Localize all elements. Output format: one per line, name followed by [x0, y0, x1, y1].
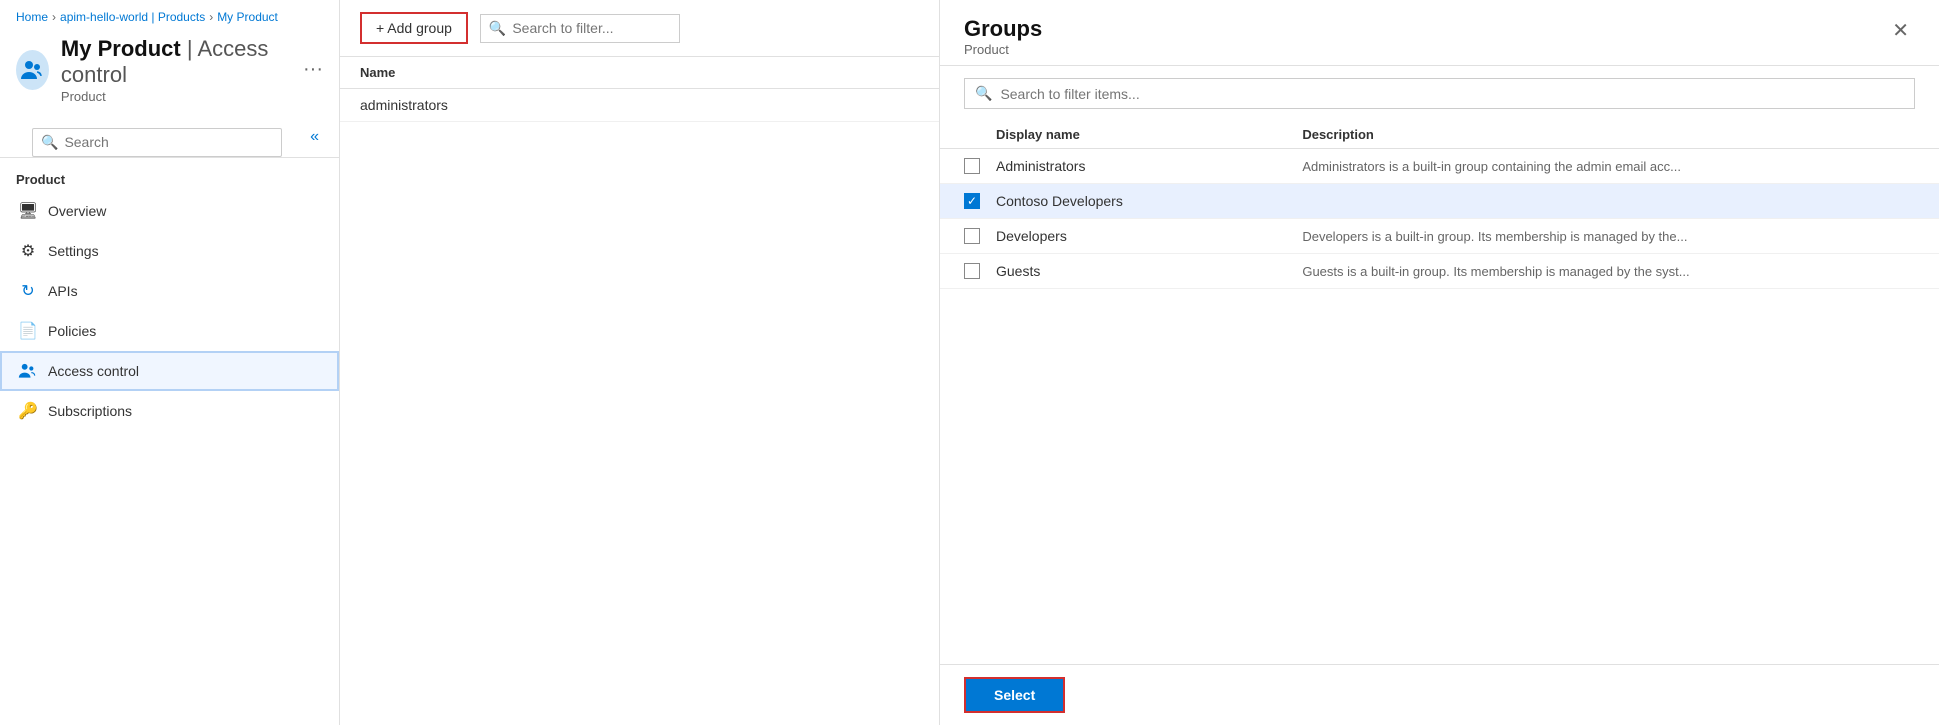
page-title: My Product | Access control — [61, 36, 291, 89]
table-header: Name — [340, 57, 939, 89]
panel-row-guests[interactable]: Guests Guests is a built-in group. Its m… — [940, 254, 1939, 289]
collapse-button[interactable]: « — [306, 124, 323, 150]
nav-item-access-control[interactable]: Access control — [0, 351, 339, 391]
access-control-icon — [18, 361, 38, 381]
select-button[interactable]: Select — [964, 677, 1065, 713]
table-row[interactable]: administrators — [340, 89, 939, 122]
nav-label-policies: Policies — [48, 323, 96, 339]
group-desc-guests: Guests is a built-in group. Its membersh… — [1302, 264, 1915, 279]
nav-label-overview: Overview — [48, 203, 106, 219]
panel-header: Groups Product ✕ — [940, 0, 1939, 66]
panel-row-developers[interactable]: Developers Developers is a built-in grou… — [940, 219, 1939, 254]
panel-row-contoso-developers[interactable]: ✓ Contoso Developers — [940, 184, 1939, 219]
row-name-administrators: administrators — [360, 97, 520, 113]
checkbox-contoso-developers[interactable]: ✓ — [964, 193, 980, 209]
nav-item-overview[interactable]: 🖥 Overview — [0, 191, 339, 231]
breadcrumb-home[interactable]: Home — [16, 10, 48, 24]
toolbar: + Add group 🔍 — [340, 0, 939, 57]
avatar — [16, 50, 49, 90]
settings-icon: ⚙ — [18, 241, 38, 261]
nav-section-product: Product — [0, 157, 339, 191]
panel-title-block: Groups Product — [964, 16, 1042, 57]
page-subtitle: Product — [61, 89, 291, 104]
breadcrumb-product[interactable]: My Product — [217, 10, 278, 24]
checkbox-guests[interactable] — [964, 263, 980, 279]
panel-row-administrators[interactable]: Administrators Administrators is a built… — [940, 149, 1939, 184]
nav-label-settings: Settings — [48, 243, 99, 259]
panel-table-header: Display name Description — [940, 121, 1939, 149]
main-content: + Add group 🔍 Name administrators — [340, 0, 939, 725]
overview-icon: 🖥 — [18, 201, 38, 221]
search-input[interactable] — [64, 134, 273, 150]
main-search-box[interactable]: 🔍 — [480, 14, 680, 43]
close-button[interactable]: ✕ — [1886, 16, 1915, 45]
add-group-button[interactable]: + Add group — [360, 12, 468, 44]
breadcrumb-apim[interactable]: apim-hello-world | Products — [60, 10, 205, 24]
nav-label-apis: APIs — [48, 283, 78, 299]
sidebar: Home › apim-hello-world | Products › My … — [0, 0, 340, 725]
panel-footer: Select — [940, 664, 1939, 725]
sidebar-search-box[interactable]: 🔍 — [32, 128, 282, 157]
breadcrumb: Home › apim-hello-world | Products › My … — [0, 0, 339, 30]
main-search-icon: 🔍 — [489, 20, 506, 37]
panel-subtitle: Product — [964, 42, 1042, 57]
group-name-administrators: Administrators — [996, 158, 1302, 174]
group-desc-administrators: Administrators is a built-in group conta… — [1302, 159, 1915, 174]
groups-panel: Groups Product ✕ 🔍 Display name Descript… — [939, 0, 1939, 725]
group-name-guests: Guests — [996, 263, 1302, 279]
nav-label-access-control: Access control — [48, 363, 139, 379]
group-name-contoso-developers: Contoso Developers — [996, 193, 1302, 209]
nav-item-apis[interactable]: ↻ APIs — [0, 271, 339, 311]
product-title-block: My Product | Access control Product — [61, 36, 291, 104]
panel-table: Display name Description Administrators … — [940, 121, 1939, 664]
group-name-developers: Developers — [996, 228, 1302, 244]
nav-label-subscriptions: Subscriptions — [48, 403, 132, 419]
column-name: Name — [360, 65, 520, 80]
nav-item-policies[interactable]: 📄 Policies — [0, 311, 339, 351]
policies-icon: 📄 — [18, 321, 38, 341]
checkbox-administrators[interactable] — [964, 158, 980, 174]
checkbox-developers[interactable] — [964, 228, 980, 244]
product-header: My Product | Access control Product ··· — [0, 30, 339, 108]
column-display-name: Display name — [996, 127, 1302, 142]
column-description: Description — [1302, 127, 1915, 142]
nav-item-settings[interactable]: ⚙ Settings — [0, 231, 339, 271]
more-icon[interactable]: ··· — [303, 58, 323, 81]
subscriptions-icon: 🔑 — [18, 401, 38, 421]
group-desc-developers: Developers is a built-in group. Its memb… — [1302, 229, 1915, 244]
main-search-input[interactable] — [512, 20, 652, 36]
panel-search-box[interactable]: 🔍 — [964, 78, 1915, 109]
panel-title: Groups — [964, 16, 1042, 42]
panel-search-icon: 🔍 — [975, 85, 992, 102]
panel-search-input[interactable] — [1000, 86, 1904, 102]
groups-table: Name administrators — [340, 57, 939, 725]
apis-icon: ↻ — [18, 281, 38, 301]
nav-item-subscriptions[interactable]: 🔑 Subscriptions — [0, 391, 339, 431]
search-icon: 🔍 — [41, 134, 58, 151]
